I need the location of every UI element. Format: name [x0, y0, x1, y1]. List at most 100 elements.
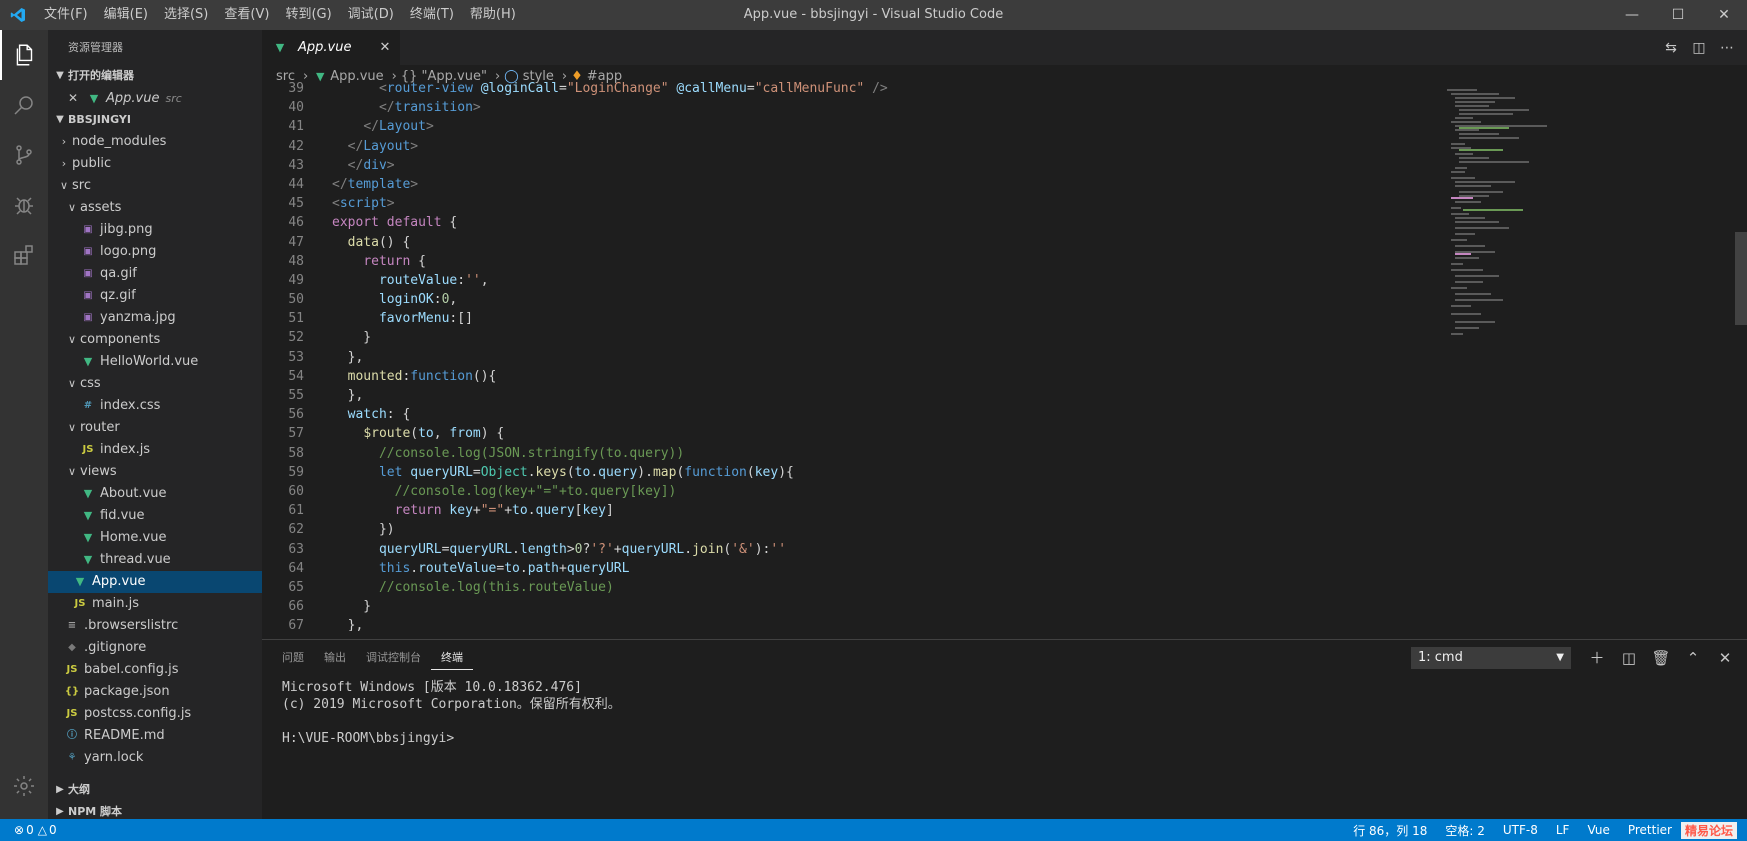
- maximize-icon[interactable]: ☐: [1655, 0, 1701, 30]
- open-editor-item[interactable]: ✕ ▼ App.vue src: [48, 87, 262, 109]
- source-control-icon[interactable]: [0, 130, 48, 180]
- code-line: 46 export default {: [262, 213, 1592, 232]
- tree-item-label: src: [72, 178, 91, 193]
- encoding[interactable]: UTF-8: [1494, 823, 1547, 837]
- code-text: </template>: [332, 176, 419, 192]
- search-icon[interactable]: [0, 80, 48, 130]
- end-of-line[interactable]: LF: [1547, 823, 1579, 837]
- menu-item[interactable]: 转到(G): [277, 0, 339, 30]
- close-panel-icon[interactable]: ✕: [1709, 640, 1741, 675]
- error-icon: ⊗: [14, 823, 25, 837]
- tree-item-label: README.md: [84, 728, 165, 743]
- minimize-icon[interactable]: —: [1609, 0, 1655, 30]
- tree-file[interactable]: ▣ qz.gif: [48, 285, 262, 307]
- close-icon[interactable]: ✕: [68, 91, 82, 105]
- tree-file[interactable]: ▼ About.vue: [48, 483, 262, 505]
- code-editor[interactable]: 39 <router-view @loginCall="LoginChange"…: [262, 79, 1592, 631]
- project-label: BBSJINGYI: [68, 113, 131, 126]
- new-terminal-icon[interactable]: ＋: [1581, 640, 1613, 675]
- tree-file[interactable]: ▣ qa.gif: [48, 263, 262, 285]
- settings-gear-icon[interactable]: [0, 761, 48, 811]
- line-number: 52: [288, 330, 304, 346]
- tree-folder[interactable]: ∨ assets: [48, 197, 262, 219]
- tree-file[interactable]: ▣ yanzma.jpg: [48, 307, 262, 329]
- menu-item[interactable]: 选择(S): [156, 0, 216, 30]
- kill-terminal-icon[interactable]: 🗑: [1645, 640, 1677, 675]
- menu-item[interactable]: 编辑(E): [96, 0, 156, 30]
- tab-output[interactable]: 输出: [314, 640, 356, 675]
- tree-item-label: components: [80, 332, 161, 347]
- more-actions-icon[interactable]: ⋯: [1713, 30, 1741, 65]
- code-line: 54 mounted:function(){: [262, 367, 1592, 386]
- tree-folder[interactable]: ∨ css: [48, 373, 262, 395]
- tree-file[interactable]: ▣ jibg.png: [48, 219, 262, 241]
- debug-icon[interactable]: [0, 180, 48, 230]
- tree-item-label: css: [80, 376, 101, 391]
- editor-scrollbar[interactable]: [1733, 87, 1747, 639]
- cursor-position[interactable]: 行 86，列 18: [1344, 822, 1436, 839]
- menu-item[interactable]: 终端(T): [402, 0, 462, 30]
- open-editors-header[interactable]: ▼ 打开的编辑器: [48, 65, 262, 87]
- tree-folder[interactable]: ∨ views: [48, 461, 262, 483]
- tree-file[interactable]: JS index.js: [48, 439, 262, 461]
- tab-debug-console[interactable]: 调试控制台: [356, 640, 431, 675]
- vue-file-icon: ▼: [83, 509, 93, 522]
- minimap[interactable]: [1447, 87, 1557, 639]
- code-text: </Layout>: [347, 138, 419, 154]
- tree-file[interactable]: # index.css: [48, 395, 262, 417]
- menu-item[interactable]: 帮助(H): [462, 0, 524, 30]
- terminal-select-value: 1: cmd: [1418, 650, 1463, 665]
- tree-item-label: yanzma.jpg: [100, 310, 176, 325]
- npm-scripts-header[interactable]: ▶ NPM 脚本: [48, 801, 262, 819]
- tree-folder[interactable]: ∨ router: [48, 417, 262, 439]
- line-number: 51: [288, 311, 304, 327]
- tree-file[interactable]: ◆ .gitignore: [48, 637, 262, 659]
- tree-file[interactable]: ▼ HelloWorld.vue: [48, 351, 262, 373]
- indentation[interactable]: 空格: 2: [1436, 822, 1494, 839]
- code-line: 61 return key+"="+to.query[key]: [262, 501, 1592, 520]
- explorer-icon[interactable]: [0, 30, 48, 80]
- tree-file[interactable]: ▼ thread.vue: [48, 549, 262, 571]
- open-changes-icon[interactable]: ⇆: [1657, 30, 1685, 65]
- tree-file[interactable]: ⓘ README.md: [48, 725, 262, 747]
- tree-file[interactable]: ≡ .browserslistrc: [48, 615, 262, 637]
- tree-folder[interactable]: ∨ src: [48, 175, 262, 197]
- tab-app-vue[interactable]: ▼ App.vue ✕: [262, 30, 401, 65]
- tree-file[interactable]: ▼ App.vue: [48, 571, 262, 593]
- tree-file[interactable]: ⚘ yarn.lock: [48, 747, 262, 769]
- problems-status[interactable]: ⊗ 0 △ 0: [0, 823, 57, 837]
- tree-file[interactable]: JS main.js: [48, 593, 262, 615]
- code-line: 49 routeValue:'',: [262, 271, 1592, 290]
- scrollbar-thumb[interactable]: [1735, 232, 1747, 325]
- tree-file[interactable]: {} package.json: [48, 681, 262, 703]
- menu-item[interactable]: 查看(V): [216, 0, 277, 30]
- outline-header[interactable]: ▶ 大纲: [48, 779, 262, 801]
- terminal-select[interactable]: 1: cmd ▼: [1411, 646, 1571, 669]
- split-editor-icon[interactable]: ◫: [1685, 30, 1713, 65]
- language-mode[interactable]: Vue: [1578, 823, 1618, 837]
- maximize-panel-icon[interactable]: ⌃: [1677, 640, 1709, 675]
- line-number: 57: [288, 426, 304, 442]
- menu-item[interactable]: 文件(F): [36, 0, 96, 30]
- extensions-icon[interactable]: [0, 230, 48, 280]
- tree-folder[interactable]: ∨ components: [48, 329, 262, 351]
- tree-item-label: views: [80, 464, 117, 479]
- tree-file[interactable]: ▼ Home.vue: [48, 527, 262, 549]
- project-header[interactable]: ▼ BBSJINGYI: [48, 109, 262, 131]
- tree-folder[interactable]: › public: [48, 153, 262, 175]
- tab-terminal[interactable]: 终端: [431, 646, 473, 670]
- line-number: 56: [288, 407, 304, 423]
- tree-file[interactable]: ▣ logo.png: [48, 241, 262, 263]
- tree-file[interactable]: JS babel.config.js: [48, 659, 262, 681]
- tab-problems[interactable]: 问题: [272, 640, 314, 675]
- tree-folder[interactable]: › node_modules: [48, 131, 262, 153]
- panel-actions: 1: cmd ▼ ＋ ◫ 🗑 ⌃ ✕: [1411, 640, 1741, 675]
- close-tab-icon[interactable]: ✕: [379, 40, 390, 55]
- formatter[interactable]: Prettier: [1619, 823, 1681, 837]
- terminal-output[interactable]: Microsoft Windows [版本 10.0.18362.476] (c…: [262, 675, 1747, 751]
- split-terminal-icon[interactable]: ◫: [1613, 640, 1645, 675]
- close-window-icon[interactable]: ✕: [1701, 0, 1747, 30]
- tree-file[interactable]: ▼ fid.vue: [48, 505, 262, 527]
- tree-file[interactable]: JS postcss.config.js: [48, 703, 262, 725]
- menu-item[interactable]: 调试(D): [340, 0, 402, 30]
